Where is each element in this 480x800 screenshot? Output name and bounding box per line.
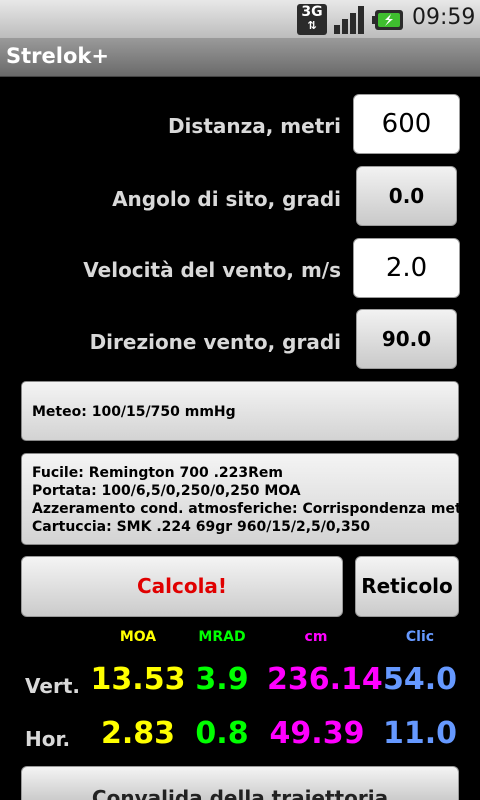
horizontal-clicks-value: 11.0: [382, 716, 458, 751]
signal-strength-icon: [334, 6, 364, 34]
distance-label: Distanza, metri: [167, 114, 341, 138]
vertical-row-label: Vert.: [25, 674, 80, 698]
cartridge-line: Cartuccia: SMK .224 69gr 960/15/2,5/0,35…: [32, 519, 371, 535]
distance-input[interactable]: 600: [353, 94, 460, 154]
app-title: Strelok+: [6, 44, 109, 68]
cm-header: cm: [304, 629, 328, 645]
elevation-angle-label: Angolo di sito, gradi: [112, 187, 341, 211]
horizontal-row-label: Hor.: [25, 727, 71, 751]
wind-direction-label: Direzione vento, gradi: [89, 330, 341, 354]
vertical-clicks-value: 54.0: [382, 662, 458, 697]
mrad-header: MRAD: [198, 629, 246, 645]
meteo-text: Meteo: 100/15/750 mmHg: [32, 404, 236, 420]
clicks-header: Clic: [405, 629, 435, 645]
calculate-button[interactable]: Calcola!: [21, 556, 343, 617]
moa-header: MOA: [119, 629, 157, 645]
horizontal-mrad-value: 0.8: [195, 716, 249, 751]
range-line: Portata: 100/6,5/0,250/0,250 MOA: [32, 483, 301, 499]
meteo-button[interactable]: Meteo: 100/15/750 mmHg: [21, 381, 459, 441]
vertical-cm-value: 236.14: [267, 662, 383, 697]
rifle-info-button[interactable]: Fucile: Remington 700 .223Rem Portata: 1…: [21, 453, 480, 545]
wind-speed-label: Velocità del vento, m/s: [83, 258, 341, 282]
wind-direction-button[interactable]: 90.0: [356, 309, 457, 369]
wind-speed-input[interactable]: 2.0: [353, 238, 460, 298]
network-type-label: 3G: [301, 4, 323, 20]
zeroing-line: Azzeramento cond. atmosferiche: Corrispo…: [32, 501, 480, 517]
rifle-line: Fucile: Remington 700 .223Rem: [32, 465, 284, 481]
validate-trajectory-button[interactable]: Convalida della traiettoria: [21, 766, 459, 800]
app-title-bar: Strelok+: [0, 38, 480, 77]
horizontal-cm-value: 49.39: [269, 716, 365, 751]
battery-charging-icon: [372, 10, 403, 30]
vertical-mrad-value: 3.9: [195, 662, 249, 697]
elevation-angle-button[interactable]: 0.0: [356, 166, 457, 226]
reticle-button[interactable]: Reticolo: [355, 556, 459, 617]
clock: 09:59: [412, 5, 476, 30]
status-bar: 3G ⇅ 09:59: [0, 0, 480, 38]
network-3g-icon: 3G ⇅: [297, 4, 327, 35]
